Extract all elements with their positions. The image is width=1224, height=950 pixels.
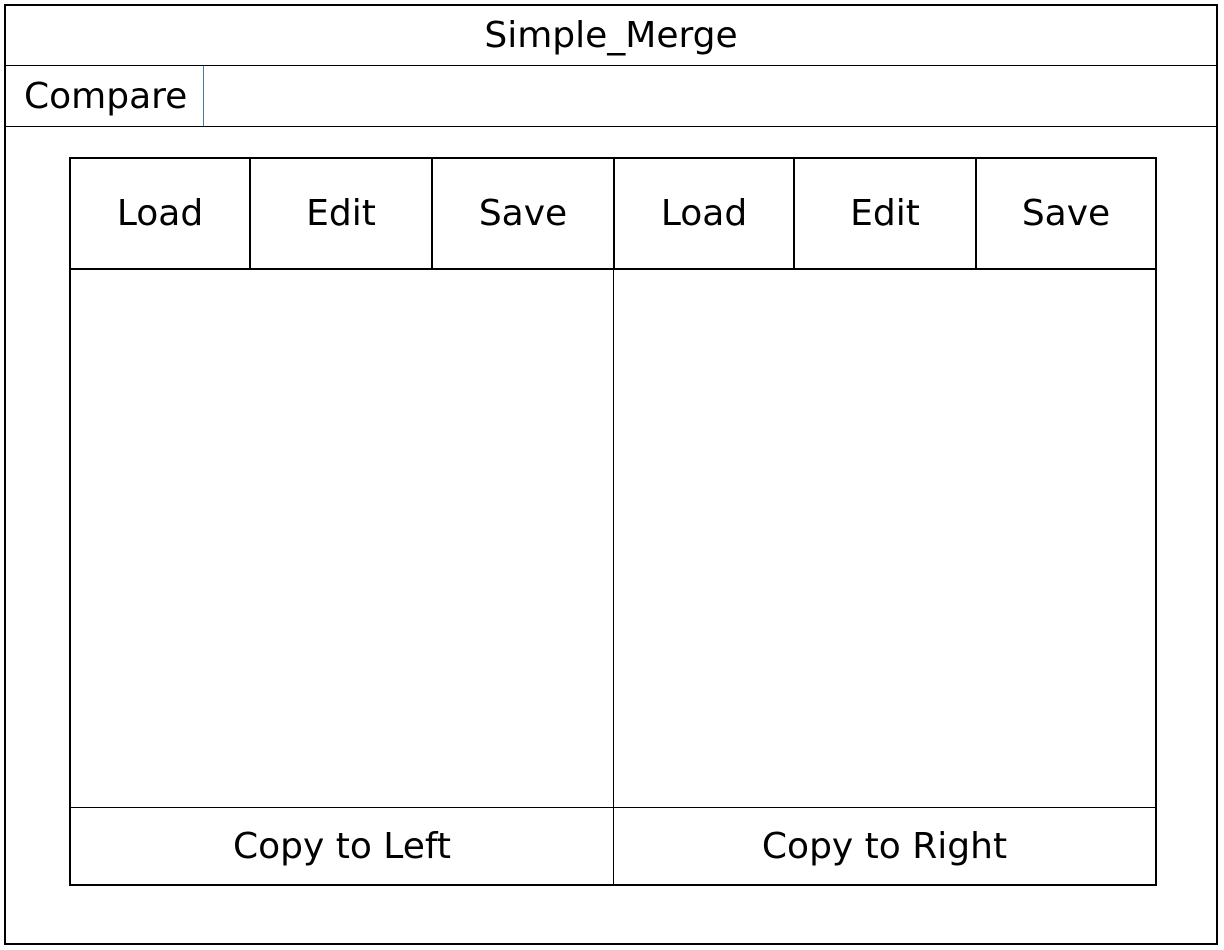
- right-text-pane[interactable]: [614, 270, 1155, 807]
- left-edit-button[interactable]: Edit: [251, 159, 433, 268]
- right-load-button[interactable]: Load: [615, 159, 795, 268]
- menu-item-compare[interactable]: Compare: [6, 66, 204, 126]
- menu-bar: Compare: [6, 66, 1216, 127]
- copy-to-left-button[interactable]: Copy to Left: [71, 808, 614, 884]
- copy-action-bar: Copy to Left Copy to Right: [71, 807, 1155, 884]
- file-toolbar: Load Edit Save Load Edit Save: [71, 159, 1155, 270]
- merge-panel: Load Edit Save Load Edit Save Copy to Le…: [69, 157, 1157, 886]
- copy-to-right-button[interactable]: Copy to Right: [614, 808, 1155, 884]
- left-save-button[interactable]: Save: [433, 159, 615, 268]
- app-window: Simple_Merge Compare Load Edit Save Load…: [4, 4, 1218, 945]
- right-save-button[interactable]: Save: [977, 159, 1155, 268]
- right-edit-button[interactable]: Edit: [795, 159, 977, 268]
- left-text-pane[interactable]: [71, 270, 614, 807]
- window-title: Simple_Merge: [484, 15, 738, 56]
- title-bar: Simple_Merge: [6, 6, 1216, 66]
- left-load-button[interactable]: Load: [71, 159, 251, 268]
